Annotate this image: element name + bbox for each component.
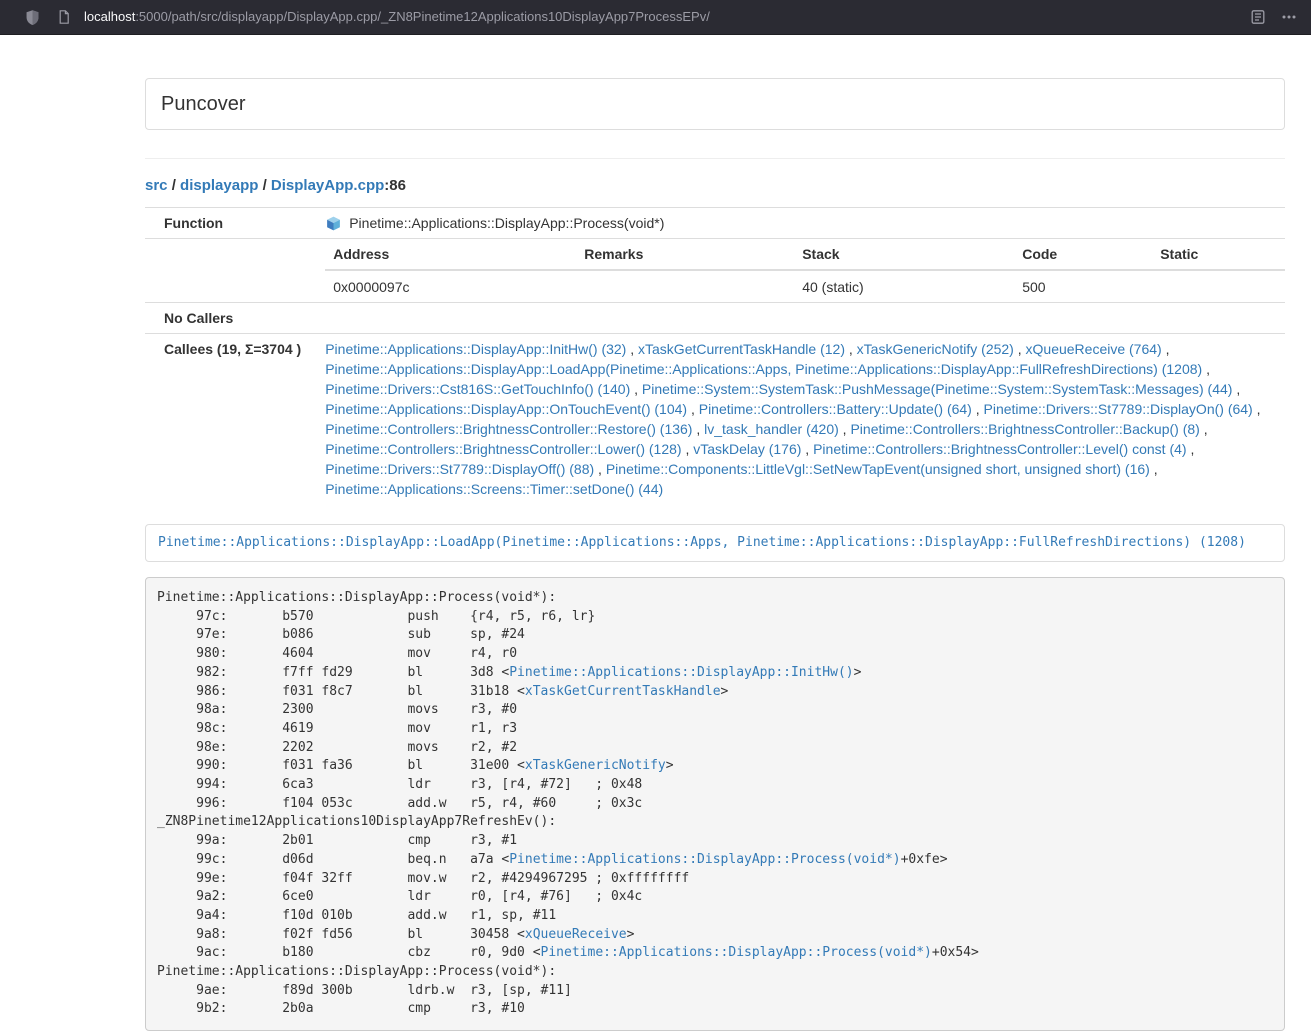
callee-link[interactable]: Pinetime::Drivers::St7789::DisplayOn() (… [984,401,1253,417]
callee-link[interactable]: xTaskGetCurrentTaskHandle (12) [638,341,845,357]
disassembly: Pinetime::Applications::DisplayApp::Proc… [145,577,1285,1031]
asm-symbol-link[interactable]: Pinetime::Applications::DisplayApp::Proc… [541,945,932,960]
callee-link[interactable]: vTaskDelay (176) [693,441,801,457]
no-callers-label: No Callers [145,303,309,334]
detail-value: 40 (static) [794,270,1014,302]
breadcrumb-link[interactable]: displayapp [180,177,258,194]
puncover-header-panel: Puncover [145,78,1285,130]
loadapp-link[interactable]: Pinetime::Applications::DisplayApp::Load… [158,535,1246,550]
asm-line: 996: f104 053c add.w r5, r4, #60 ; 0x3c [157,795,1273,814]
asm-line: 9a8: f02f fd56 bl 30458 <xQueueReceive> [157,926,1273,945]
asm-symbol-link[interactable]: xTaskGenericNotify [525,758,666,773]
url-path: :5000/path/src/displayapp/DisplayApp.cpp… [135,9,710,24]
asm-symbol-link[interactable]: Pinetime::Applications::DisplayApp::Proc… [509,852,900,867]
detail-value [1152,270,1285,302]
callee-link[interactable]: lv_task_handler (420) [704,421,839,437]
no-callers-row: No Callers [145,303,1285,334]
detail-data-row: 0x0000097c 40 (static)500 [325,270,1285,302]
function-icon [325,215,342,232]
detail-header: Code [1014,239,1152,270]
callee-link[interactable]: Pinetime::Controllers::BrightnessControl… [325,421,692,437]
asm-line: 9b2: 2b0a cmp r3, #10 [157,1000,1273,1019]
callee-link[interactable]: Pinetime::Applications::DisplayApp::Load… [325,361,1202,377]
divider [145,158,1285,159]
asm-line: 98c: 4619 mov r1, r3 [157,720,1273,739]
callee-link[interactable]: Pinetime::Controllers::BrightnessControl… [325,441,681,457]
asm-line: 97e: b086 sub sp, #24 [157,626,1273,645]
callees-label: Callees (19, Σ=3704 ) [145,334,309,505]
asm-line: 99e: f04f 32ff mov.w r2, #4294967295 ; 0… [157,870,1273,889]
function-row: Function Pinetime::Applications::Display… [145,208,1285,239]
breadcrumb-separator: / [168,177,181,194]
callee-link[interactable]: Pinetime::Drivers::Cst816S::GetTouchInfo… [325,381,630,397]
function-label: Function [145,208,309,239]
detail-header: Remarks [576,239,794,270]
callee-link[interactable]: Pinetime::Controllers::BrightnessControl… [850,421,1199,437]
callee-link[interactable]: Pinetime::Controllers::Battery::Update()… [699,401,972,417]
reader-view-icon[interactable] [1249,9,1266,26]
callee-link[interactable]: Pinetime::Drivers::St7789::DisplayOff() … [325,461,594,477]
detail-value: 0x0000097c [325,270,576,302]
asm-line: 97c: b570 push {r4, r5, r6, lr} [157,608,1273,627]
asm-line: 9a4: f10d 010b add.w r1, sp, #11 [157,907,1273,926]
asm-line: Pinetime::Applications::DisplayApp::Proc… [157,589,1273,608]
function-table: Function Pinetime::Applications::Display… [145,207,1285,504]
callee-link[interactable]: Pinetime::Applications::DisplayApp::OnTo… [325,401,687,417]
callee-link[interactable]: Pinetime::Applications::Screens::Timer::… [325,481,663,497]
asm-line: 990: f031 fa36 bl 31e00 <xTaskGenericNot… [157,757,1273,776]
asm-symbol-link[interactable]: xQueueReceive [525,927,627,942]
callee-link[interactable]: xQueueReceive (764) [1026,341,1162,357]
app-title: Puncover [161,93,246,115]
callees-list: Pinetime::Applications::DisplayApp::Init… [309,334,1285,505]
detail-value [576,270,794,302]
url-bar[interactable]: localhost:5000/path/src/displayapp/Displ… [84,8,1249,27]
callee-link[interactable]: Pinetime::Applications::DisplayApp::Init… [325,341,626,357]
asm-line: 980: 4604 mov r4, r0 [157,645,1273,664]
asm-line: 99c: d06d beq.n a7a <Pinetime::Applicati… [157,851,1273,870]
detail-cell: AddressRemarksStackCodeStatic 0x0000097c… [309,239,1285,303]
asm-line: 982: f7ff fd29 bl 3d8 <Pinetime::Applica… [157,664,1273,683]
detail-header: Static [1152,239,1285,270]
callee-link[interactable]: xTaskGenericNotify (252) [857,341,1014,357]
no-callers-cell [309,303,1285,334]
callee-link[interactable]: Pinetime::System::SystemTask::PushMessag… [642,381,1233,397]
function-name-cell: Pinetime::Applications::DisplayApp::Proc… [309,208,1285,239]
breadcrumb-line-number: :86 [384,177,406,194]
detail-header-row: AddressRemarksStackCodeStatic [325,239,1285,270]
browser-toolbar: localhost:5000/path/src/displayapp/Displ… [0,0,1311,35]
asm-line: 986: f031 f8c7 bl 31b18 <xTaskGetCurrent… [157,683,1273,702]
breadcrumb: src / displayapp / DisplayApp.cpp:86 [145,175,1285,196]
detail-table: AddressRemarksStackCodeStatic 0x0000097c… [325,239,1285,302]
asm-line: 99a: 2b01 cmp r3, #1 [157,832,1273,851]
asm-line: Pinetime::Applications::DisplayApp::Proc… [157,963,1273,982]
breadcrumb-link[interactable]: src [145,177,168,194]
detail-value: 500 [1014,270,1152,302]
detail-row: AddressRemarksStackCodeStatic 0x0000097c… [145,239,1285,303]
asm-symbol-link[interactable]: xTaskGetCurrentTaskHandle [525,684,721,699]
breadcrumb-separator: / [258,177,271,194]
page-info-icon[interactable] [55,9,72,26]
detail-header: Stack [794,239,1014,270]
asm-line: _ZN8Pinetime12Applications10DisplayApp7R… [157,813,1273,832]
function-name: Pinetime::Applications::DisplayApp::Proc… [349,215,664,231]
asm-line: 98a: 2300 movs r3, #0 [157,701,1273,720]
asm-line: 994: 6ca3 ldr r3, [r4, #72] ; 0x48 [157,776,1273,795]
loadapp-panel: Pinetime::Applications::DisplayApp::Load… [145,524,1285,562]
shield-icon[interactable] [24,9,41,26]
asm-line: 98e: 2202 movs r2, #2 [157,739,1273,758]
detail-header: Address [325,239,576,270]
asm-line: 9a2: 6ce0 ldr r0, [r4, #76] ; 0x4c [157,888,1273,907]
detail-row-spacer [145,239,309,303]
breadcrumb-link[interactable]: DisplayApp.cpp [271,177,384,194]
callee-link[interactable]: Pinetime::Controllers::BrightnessControl… [813,441,1186,457]
callees-row: Callees (19, Σ=3704 ) Pinetime::Applicat… [145,334,1285,505]
callee-link[interactable]: Pinetime::Components::LittleVgl::SetNewT… [606,461,1150,477]
overflow-menu-icon[interactable] [1280,9,1297,26]
asm-line: 9ac: b180 cbz r0, 9d0 <Pinetime::Applica… [157,944,1273,963]
asm-symbol-link[interactable]: Pinetime::Applications::DisplayApp::Init… [509,665,853,680]
page-content: Puncover src / displayapp / DisplayApp.c… [145,35,1285,1031]
url-domain: localhost [84,9,135,24]
